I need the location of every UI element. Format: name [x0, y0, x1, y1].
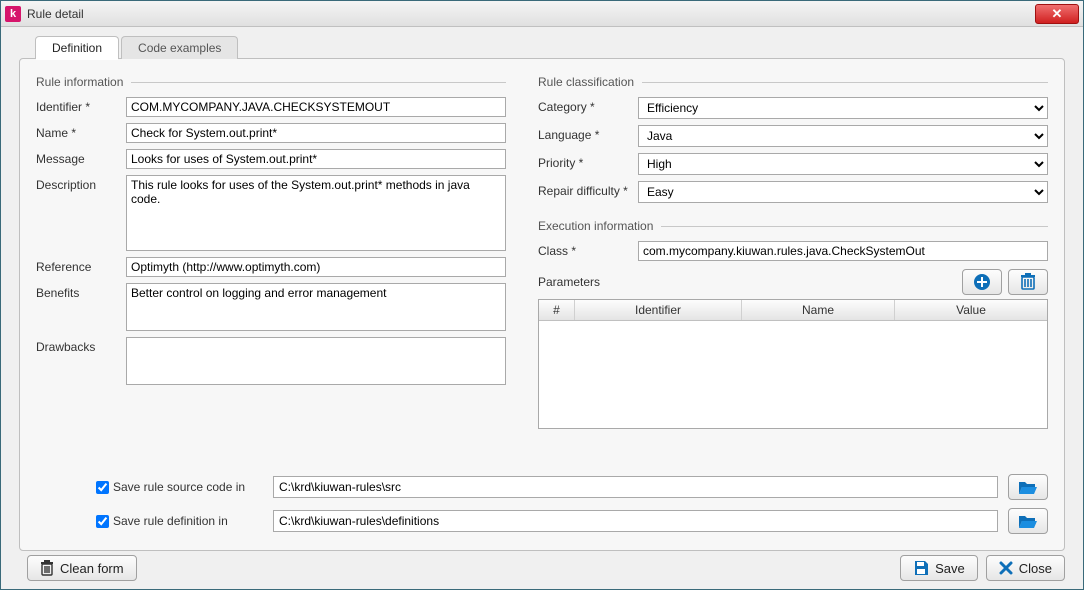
name-label: Name * [36, 123, 126, 140]
right-column: Rule classification Category * Efficienc… [538, 75, 1048, 470]
window-close-button[interactable]: ✕ [1035, 4, 1079, 24]
language-select[interactable]: Java [638, 125, 1048, 147]
tabs: Definition Code examples [35, 36, 1065, 59]
param-col-value: Value [895, 300, 1047, 320]
definition-panel: Rule information Identifier * Name * [19, 58, 1065, 551]
param-col-name: Name [742, 300, 895, 320]
clean-form-label: Clean form [60, 561, 124, 576]
param-col-identifier: Identifier [575, 300, 742, 320]
class-label: Class * [538, 241, 638, 258]
save-definition-label: Save rule definition in [113, 514, 273, 528]
close-button-label: Close [1019, 561, 1052, 576]
tab-code-examples[interactable]: Code examples [121, 36, 238, 59]
clean-form-button[interactable]: Clean form [27, 555, 137, 581]
description-label: Description [36, 175, 126, 192]
floppy-disk-icon [913, 560, 929, 576]
plus-circle-icon [973, 273, 991, 291]
folder-open-icon [1018, 513, 1038, 529]
save-paths: Save rule source code in Save rule defin… [36, 474, 1048, 542]
browse-definition-button[interactable] [1008, 508, 1048, 534]
identifier-input[interactable] [126, 97, 506, 117]
rule-detail-window: k Rule detail ✕ Definition Code examples… [0, 0, 1084, 590]
footer: Clean form Save Close [19, 555, 1065, 581]
close-icon [999, 561, 1013, 575]
category-label: Category * [538, 97, 638, 114]
save-button[interactable]: Save [900, 555, 978, 581]
save-definition-path-input[interactable] [273, 510, 998, 532]
benefits-label: Benefits [36, 283, 126, 300]
close-button[interactable]: Close [986, 555, 1065, 581]
reference-label: Reference [36, 257, 126, 274]
tab-definition[interactable]: Definition [35, 36, 119, 59]
category-select[interactable]: Efficiency [638, 97, 1048, 119]
execution-information-group: Execution information Class * Parameters [538, 219, 1048, 429]
browse-source-button[interactable] [1008, 474, 1048, 500]
save-definition-checkbox[interactable] [96, 515, 109, 528]
parameters-table[interactable]: # Identifier Name Value [538, 299, 1048, 429]
content-area: Definition Code examples Rule informatio… [1, 27, 1083, 589]
param-col-num: # [539, 300, 575, 320]
description-textarea[interactable]: This rule looks for uses of the System.o… [126, 175, 506, 251]
rule-information-group: Rule information Identifier * Name * [36, 75, 506, 391]
message-label: Message [36, 149, 126, 166]
titlebar: k Rule detail ✕ [1, 1, 1083, 27]
name-input[interactable] [126, 123, 506, 143]
drawbacks-label: Drawbacks [36, 337, 126, 354]
save-source-path-input[interactable] [273, 476, 998, 498]
delete-parameter-button[interactable] [1008, 269, 1048, 295]
folder-open-icon [1018, 479, 1038, 495]
save-source-label: Save rule source code in [113, 480, 273, 494]
class-input[interactable] [638, 241, 1048, 261]
reference-input[interactable] [126, 257, 506, 277]
execution-information-legend: Execution information [538, 219, 653, 233]
rule-classification-group: Rule classification Category * Efficienc… [538, 75, 1048, 209]
repair-difficulty-label: Repair difficulty * [538, 181, 638, 198]
app-icon: k [5, 6, 21, 22]
trash-icon [40, 560, 54, 576]
trash-icon [1020, 273, 1036, 291]
close-icon: ✕ [1052, 6, 1063, 22]
add-parameter-button[interactable] [962, 269, 1002, 295]
parameters-label: Parameters [538, 275, 956, 289]
priority-select[interactable]: High [638, 153, 1048, 175]
language-label: Language * [538, 125, 638, 142]
rule-classification-legend: Rule classification [538, 75, 634, 89]
window-title: Rule detail [27, 7, 1035, 21]
identifier-label: Identifier * [36, 97, 126, 114]
parameters-table-header: # Identifier Name Value [539, 300, 1047, 321]
message-input[interactable] [126, 149, 506, 169]
drawbacks-textarea[interactable] [126, 337, 506, 385]
repair-difficulty-select[interactable]: Easy [638, 181, 1048, 203]
benefits-textarea[interactable]: Better control on logging and error mana… [126, 283, 506, 331]
left-column: Rule information Identifier * Name * [36, 75, 506, 470]
save-source-checkbox[interactable] [96, 481, 109, 494]
priority-label: Priority * [538, 153, 638, 170]
rule-information-legend: Rule information [36, 75, 123, 89]
save-button-label: Save [935, 561, 965, 576]
parameters-table-body [539, 321, 1047, 428]
